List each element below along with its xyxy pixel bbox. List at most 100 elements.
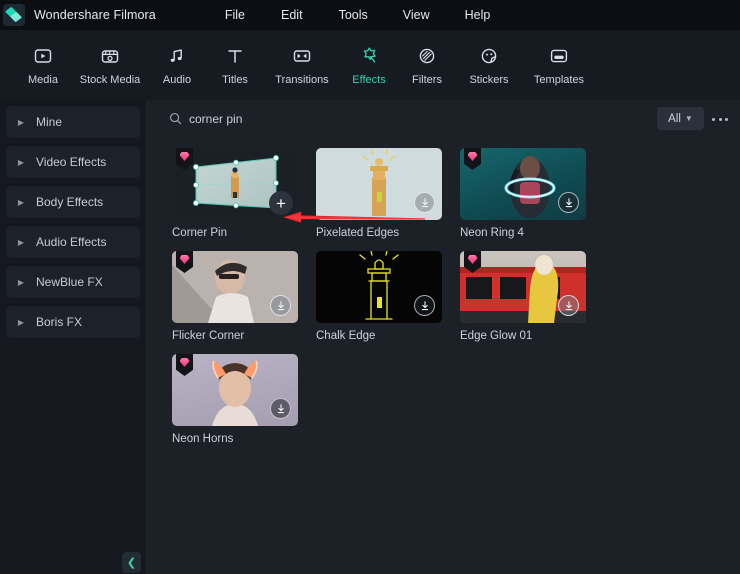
download-effect-button[interactable]: [270, 398, 291, 419]
sidebar-item-body-effects[interactable]: ▶ Body Effects: [6, 186, 140, 218]
effects-wand-icon: [358, 44, 381, 67]
menu-view[interactable]: View: [392, 4, 441, 26]
more-options-icon: [712, 117, 715, 121]
tab-templates[interactable]: Templates: [522, 30, 596, 86]
title-bar: Wondershare Filmora File Edit Tools View…: [0, 0, 740, 30]
effect-card-label: Pixelated Edges: [316, 227, 400, 239]
sidebar-item-video-effects-label: Video Effects: [36, 155, 107, 169]
effect-card-neon-ring-4[interactable]: Neon Ring 4: [460, 148, 586, 239]
tab-effects[interactable]: Effects: [340, 30, 398, 86]
tab-effects-label: Effects: [352, 74, 386, 86]
chevron-right-icon: ▶: [17, 237, 25, 247]
effect-card-edge-glow-01[interactable]: Edge Glow 01: [460, 251, 586, 342]
stickers-face-icon: [478, 44, 501, 67]
search-bar: corner pin All ▼: [146, 100, 740, 138]
chevron-right-icon: ▶: [17, 117, 25, 127]
tab-stock-media[interactable]: Stock Media: [72, 30, 148, 86]
effect-card-neon-horns[interactable]: Neon Horns: [172, 354, 298, 445]
filter-dropdown[interactable]: All ▼: [657, 107, 704, 130]
effect-card-label: Edge Glow 01: [460, 330, 533, 342]
menu-file[interactable]: File: [214, 4, 256, 26]
chevron-left-icon: ❮: [126, 557, 137, 569]
tab-stickers-label: Stickers: [469, 74, 509, 86]
sidebar-item-mine[interactable]: ▶ Mine: [6, 106, 140, 138]
effect-card-label: Neon Horns: [172, 433, 234, 445]
diamond-icon: [467, 152, 478, 161]
effect-card-label: Chalk Edge: [316, 330, 376, 342]
search-icon: [168, 112, 182, 126]
diamond-icon: [179, 152, 190, 161]
effect-thumbnail: [172, 354, 298, 426]
download-effect-button[interactable]: [414, 192, 435, 213]
effect-card-label: Neon Ring 4: [460, 227, 524, 239]
filmora-window: Wondershare Filmora File Edit Tools View…: [0, 0, 740, 574]
tab-transitions-label: Transitions: [275, 74, 329, 86]
download-effect-button[interactable]: [558, 295, 579, 316]
effects-category-sidebar: ▶ Mine ▶ Video Effects ▶ Body Effects ▶ …: [0, 100, 146, 574]
menu-tools[interactable]: Tools: [328, 4, 379, 26]
effect-card-chalk-edge[interactable]: Chalk Edge: [316, 251, 442, 342]
app-title: Wondershare Filmora: [34, 8, 156, 22]
titles-text-icon: [224, 44, 247, 67]
menu-help[interactable]: Help: [454, 4, 502, 26]
sidebar-item-body-effects-label: Body Effects: [36, 195, 104, 209]
effect-thumbnail: [172, 251, 298, 323]
tab-stickers[interactable]: Stickers: [456, 30, 522, 86]
download-effect-button[interactable]: [558, 192, 579, 213]
effects-grid: + Corner Pin Pixelated Edges Neon Ring 4…: [146, 148, 740, 574]
effect-card-corner-pin[interactable]: + Corner Pin: [172, 148, 298, 239]
filmora-logo-icon: [3, 4, 25, 26]
effect-thumbnail: [316, 148, 442, 220]
sidebar-item-boris-fx-label: Boris FX: [36, 315, 83, 329]
search-input[interactable]: corner pin: [168, 106, 278, 131]
effect-thumbnail: [460, 251, 586, 323]
chevron-right-icon: ▶: [17, 277, 25, 287]
more-options-button[interactable]: [712, 112, 728, 126]
sidebar-collapse-button[interactable]: ❮: [122, 552, 141, 573]
tab-audio[interactable]: Audio: [148, 30, 206, 86]
more-options-icon: [718, 117, 722, 121]
menu-bar: File Edit Tools View Help: [214, 0, 501, 30]
tab-templates-label: Templates: [533, 74, 585, 86]
diamond-icon: [179, 255, 190, 264]
transitions-icon: [291, 44, 314, 67]
effects-results-panel: corner pin All ▼ + Corner Pin Pixelated …: [146, 100, 740, 574]
main-toolbar: Media Stock Media Audio Titles Transitio…: [0, 30, 740, 100]
sidebar-item-newblue-fx[interactable]: ▶ NewBlue FX: [6, 266, 140, 298]
effect-thumbnail: +: [172, 148, 298, 220]
sidebar-item-audio-effects[interactable]: ▶ Audio Effects: [6, 226, 140, 258]
tab-transitions[interactable]: Transitions: [264, 30, 340, 86]
effect-card-pixelated-edges[interactable]: Pixelated Edges: [316, 148, 442, 239]
search-input-value: corner pin: [189, 111, 243, 126]
chevron-right-icon: ▶: [17, 197, 25, 207]
more-options-icon: [725, 117, 728, 121]
download-effect-button[interactable]: [414, 295, 435, 316]
diamond-icon: [467, 255, 478, 264]
effect-card-label: Corner Pin: [172, 227, 227, 239]
diamond-icon: [179, 358, 190, 367]
templates-icon: [548, 44, 571, 67]
media-icon: [32, 44, 55, 67]
chevron-right-icon: ▶: [17, 317, 25, 327]
tab-audio-label: Audio: [162, 74, 192, 86]
filters-icon: [416, 44, 439, 67]
menu-edit[interactable]: Edit: [270, 4, 314, 26]
tab-filters-label: Filters: [412, 74, 442, 86]
sidebar-item-newblue-fx-label: NewBlue FX: [36, 275, 103, 289]
tab-filters[interactable]: Filters: [398, 30, 456, 86]
tab-titles-label: Titles: [222, 74, 248, 86]
effect-thumbnail: [316, 251, 442, 323]
download-effect-button[interactable]: [270, 295, 291, 316]
sidebar-item-audio-effects-label: Audio Effects: [36, 235, 107, 249]
audio-note-icon: [166, 44, 189, 67]
sidebar-item-video-effects[interactable]: ▶ Video Effects: [6, 146, 140, 178]
effect-card-flicker-corner[interactable]: Flicker Corner: [172, 251, 298, 342]
effect-thumbnail: [460, 148, 586, 220]
add-effect-button[interactable]: +: [269, 191, 293, 215]
tab-titles[interactable]: Titles: [206, 30, 264, 86]
effect-card-label: Flicker Corner: [172, 330, 245, 342]
sidebar-item-boris-fx[interactable]: ▶ Boris FX: [6, 306, 140, 338]
sidebar-item-mine-label: Mine: [36, 115, 63, 129]
tab-media[interactable]: Media: [14, 30, 72, 86]
chevron-right-icon: ▶: [17, 157, 25, 167]
